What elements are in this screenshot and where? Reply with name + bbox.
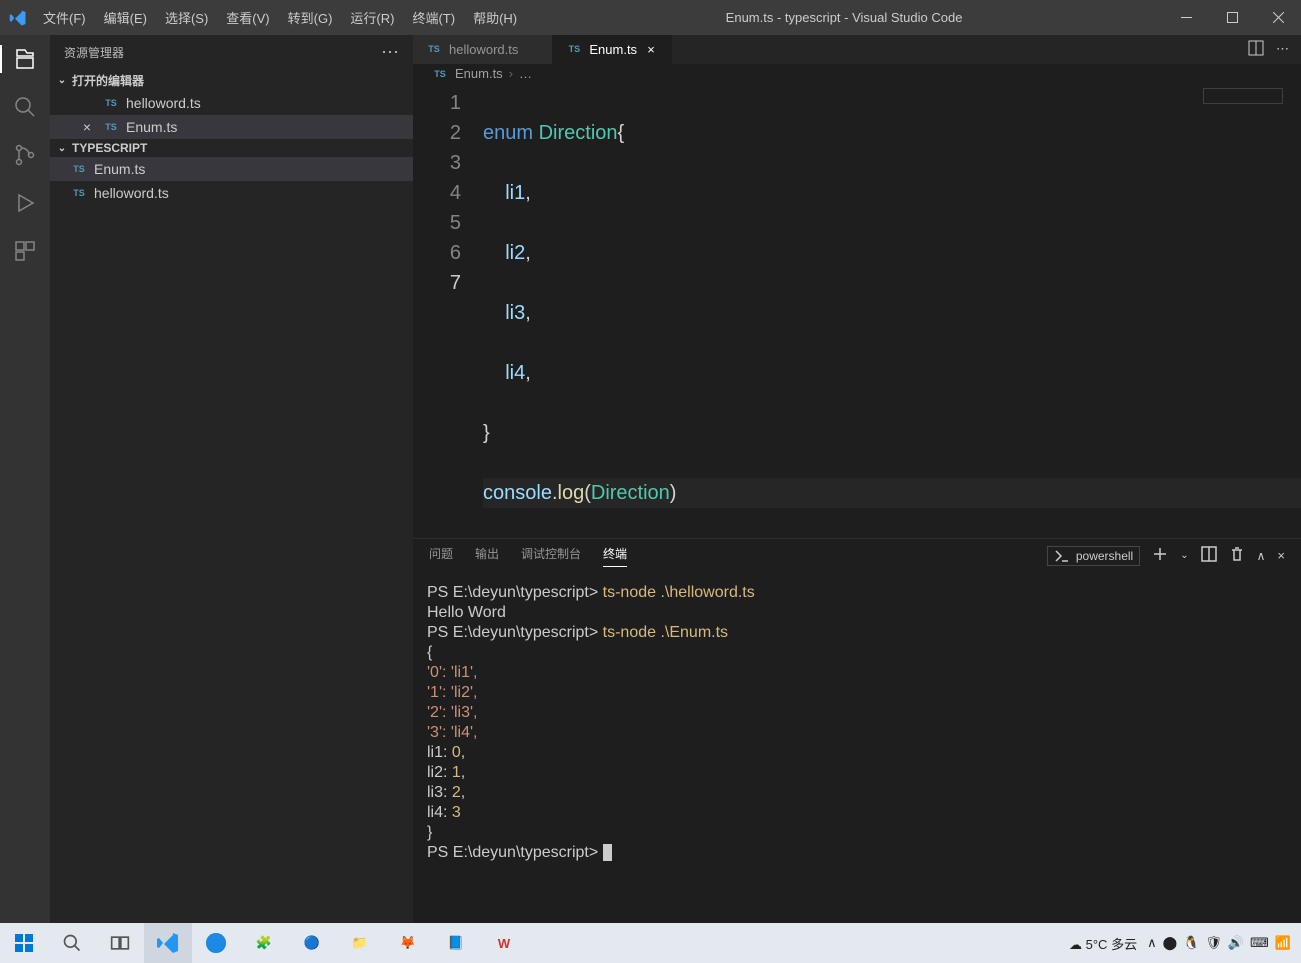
line-numbers: 1234567	[413, 88, 483, 538]
explorer-icon[interactable]	[11, 45, 39, 73]
activity-bar	[0, 35, 50, 923]
panel-tab-problems[interactable]: 问题	[429, 545, 453, 566]
ts-file-icon: TS	[425, 44, 443, 54]
file-label: helloword.ts	[94, 185, 169, 201]
open-editor-item[interactable]: × TS helloword.ts	[50, 91, 413, 115]
file-item[interactable]: TS Enum.ts	[50, 157, 413, 181]
minimap[interactable]	[1203, 88, 1283, 104]
tray-volume-icon[interactable]: 🔊	[1228, 935, 1244, 951]
taskbar-vscode-icon[interactable]	[144, 923, 192, 963]
chevron-down-icon: ⌄	[56, 75, 68, 86]
panel-tab-debug[interactable]: 调试控制台	[521, 545, 581, 566]
ts-file-icon: TS	[102, 98, 120, 108]
new-terminal-icon[interactable]	[1152, 546, 1168, 565]
tray-icon[interactable]: ⬤	[1163, 935, 1178, 951]
window-minimize-button[interactable]	[1163, 0, 1209, 35]
terminal-output[interactable]: PS E:\deyun\typescript> ts-node .\hellow…	[413, 573, 1301, 923]
ts-file-icon: TS	[431, 69, 449, 79]
taskbar-app-icon[interactable]: 🔵	[288, 923, 336, 963]
menu-terminal[interactable]: 终端(T)	[404, 0, 463, 35]
panel-tab-terminal[interactable]: 终端	[603, 545, 627, 567]
breadcrumb[interactable]: TS Enum.ts › …	[413, 64, 1301, 84]
editor-tabs: TS helloword.ts × TS Enum.ts × ⋯	[413, 35, 1301, 64]
open-editors-section[interactable]: ⌄ 打开的编辑器	[50, 70, 413, 91]
open-editor-item[interactable]: × TS Enum.ts	[50, 115, 413, 139]
chevron-right-icon: ›	[509, 66, 513, 81]
editor-area: TS helloword.ts × TS Enum.ts × ⋯ TS Enum…	[413, 35, 1301, 923]
folder-label: TYPESCRIPT	[72, 141, 147, 155]
editor-tab[interactable]: TS Enum.ts ×	[553, 35, 672, 64]
ts-file-icon: TS	[565, 44, 583, 54]
close-panel-icon[interactable]: ×	[1277, 548, 1285, 563]
window-maximize-button[interactable]	[1209, 0, 1255, 35]
trash-icon[interactable]	[1229, 546, 1245, 565]
terminal-selector[interactable]: powershell	[1047, 546, 1140, 566]
panel-tab-output[interactable]: 输出	[475, 545, 499, 566]
tab-label: Enum.ts	[589, 42, 637, 57]
maximize-panel-icon[interactable]: ∧	[1257, 549, 1266, 563]
start-button[interactable]	[0, 923, 48, 963]
taskbar-app-icon[interactable]: 🧩	[240, 923, 288, 963]
menu-bar: 文件(F) 编辑(E) 选择(S) 查看(V) 转到(G) 运行(R) 终端(T…	[35, 0, 525, 35]
bottom-panel: 问题 输出 调试控制台 终端 powershell ⌄ ∧ × PS	[413, 538, 1301, 923]
search-button[interactable]	[48, 923, 96, 963]
chevron-down-icon: ⌄	[56, 143, 68, 154]
tray-shield-icon[interactable]: 🛡	[1205, 935, 1222, 951]
tray-icon[interactable]: 🐧	[1183, 935, 1199, 951]
split-editor-icon[interactable]	[1248, 40, 1264, 59]
code-editor[interactable]: 1234567 enum Direction{ li1, li2, li3, l…	[413, 84, 1301, 538]
ts-file-icon: TS	[102, 122, 120, 132]
tray-up-icon[interactable]: ∧	[1147, 935, 1157, 951]
windows-taskbar: 🧩 🔵 📁 🦊 📘 W ☁ 5°C 多云 ∧ ⬤ 🐧 🛡 🔊 ⌨ 📶	[0, 923, 1301, 963]
breadcrumb-symbol: …	[519, 66, 532, 81]
window-title: Enum.ts - typescript - Visual Studio Cod…	[525, 10, 1163, 25]
taskbar-edge-icon[interactable]	[192, 923, 240, 963]
folder-section[interactable]: ⌄ TYPESCRIPT	[50, 139, 413, 157]
menu-view[interactable]: 查看(V)	[218, 0, 277, 35]
window-controls	[1163, 0, 1301, 35]
menu-selection[interactable]: 选择(S)	[157, 0, 216, 35]
run-debug-icon[interactable]	[11, 189, 39, 217]
sidebar-explorer: 资源管理器 ⋯ ⌄ 打开的编辑器 × TS helloword.ts × TS …	[50, 35, 413, 923]
tray-keyboard-icon[interactable]: ⌨	[1250, 935, 1269, 951]
menu-go[interactable]: 转到(G)	[280, 0, 341, 35]
menu-help[interactable]: 帮助(H)	[465, 0, 525, 35]
taskbar-firefox-icon[interactable]: 🦊	[384, 923, 432, 963]
open-editors-label: 打开的编辑器	[72, 72, 144, 89]
tab-label: helloword.ts	[449, 42, 518, 57]
taskbar-wps-icon[interactable]: W	[480, 923, 528, 963]
file-label: helloword.ts	[126, 95, 201, 111]
split-terminal-icon[interactable]	[1201, 546, 1217, 565]
ts-file-icon: TS	[70, 164, 88, 174]
search-icon[interactable]	[11, 93, 39, 121]
code-content[interactable]: enum Direction{ li1, li2, li3, li4, } co…	[483, 88, 1301, 538]
ts-file-icon: TS	[70, 188, 88, 198]
sidebar-title: 资源管理器	[64, 44, 124, 61]
title-bar: 文件(F) 编辑(E) 选择(S) 查看(V) 转到(G) 运行(R) 终端(T…	[0, 0, 1301, 35]
chevron-down-icon[interactable]: ⌄	[1180, 550, 1188, 561]
menu-file[interactable]: 文件(F)	[35, 0, 94, 35]
close-icon[interactable]: ×	[643, 42, 659, 57]
close-icon[interactable]: ×	[78, 119, 96, 135]
file-label: Enum.ts	[94, 161, 145, 177]
file-label: Enum.ts	[126, 119, 177, 135]
sidebar-more-icon[interactable]: ⋯	[381, 42, 399, 63]
tray-wifi-icon[interactable]: 📶	[1275, 935, 1291, 951]
menu-run[interactable]: 运行(R)	[342, 0, 402, 35]
extensions-icon[interactable]	[11, 237, 39, 265]
breadcrumb-file: Enum.ts	[455, 66, 503, 81]
vscode-logo-icon	[0, 9, 35, 27]
taskbar-explorer-icon[interactable]: 📁	[336, 923, 384, 963]
system-tray[interactable]: ∧ ⬤ 🐧 🛡 🔊 ⌨ 📶	[1147, 935, 1291, 951]
source-control-icon[interactable]	[11, 141, 39, 169]
task-view-button[interactable]	[96, 923, 144, 963]
taskbar-app-icon[interactable]: 📘	[432, 923, 480, 963]
menu-edit[interactable]: 编辑(E)	[96, 0, 155, 35]
weather-widget[interactable]: ☁ 5°C 多云	[1069, 934, 1137, 953]
file-item[interactable]: TS helloword.ts	[50, 181, 413, 205]
editor-tab[interactable]: TS helloword.ts ×	[413, 35, 553, 64]
window-close-button[interactable]	[1255, 0, 1301, 35]
more-actions-icon[interactable]: ⋯	[1276, 41, 1289, 57]
